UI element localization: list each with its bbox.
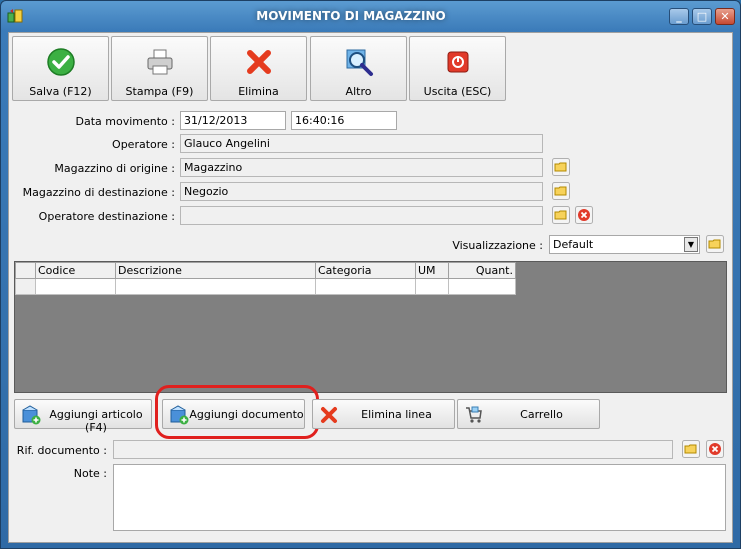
doc-ref-label: Rif. documento : — [16, 444, 107, 457]
time-field[interactable]: 16:40:16 — [291, 111, 397, 130]
view-value: Default — [553, 238, 594, 251]
table-cell[interactable] — [448, 278, 516, 295]
col-quant[interactable]: Quant. — [448, 262, 516, 279]
col-categoria[interactable]: Categoria — [315, 262, 416, 279]
operator-field: Glauco Angelini — [180, 134, 543, 153]
close-button[interactable]: ✕ — [715, 8, 735, 25]
operator-label: Operatore : — [112, 138, 175, 151]
table-row[interactable] — [15, 278, 516, 295]
folder-icon[interactable] — [552, 158, 570, 176]
highlight-ring — [155, 385, 319, 439]
delete-button[interactable]: Elimina — [210, 36, 307, 101]
red-x-icon — [247, 50, 271, 74]
title-bar[interactable]: MOVIMENTO DI MAGAZZINO _ □ ✕ — [1, 1, 740, 31]
dest-operator-label: Operatore destinazione : — [38, 210, 175, 223]
add-article-label: Aggiungi articolo (F4) — [49, 408, 143, 434]
doc-ref-field — [113, 440, 673, 459]
save-button[interactable]: Salva (F12) — [12, 36, 109, 101]
power-icon — [447, 51, 469, 73]
cart-icon — [466, 406, 482, 423]
view-label: Visualizzazione : — [452, 239, 543, 252]
minimize-button[interactable]: _ — [669, 8, 689, 25]
red-x-icon — [321, 407, 337, 423]
folder-icon[interactable] — [682, 440, 700, 458]
folder-icon[interactable] — [552, 182, 570, 200]
row-indicator — [15, 278, 36, 295]
notes-label: Note : — [73, 467, 107, 480]
dest-operator-field — [180, 206, 543, 225]
col-codice[interactable]: Codice — [35, 262, 116, 279]
date-label: Data movimento : — [75, 115, 175, 128]
save-label: Salva (F12) — [29, 85, 92, 98]
app-window: MOVIMENTO DI MAGAZZINO _ □ ✕ Salva (F12)… — [0, 0, 741, 549]
dest-label: Magazzino di destinazione : — [22, 186, 175, 199]
client-area: Salva (F12) Stampa (F9) Elimina Altro Us… — [8, 32, 733, 543]
chevron-down-icon[interactable]: ▼ — [684, 237, 698, 252]
print-label: Stampa (F9) — [125, 85, 194, 98]
row-indicator-header — [15, 262, 36, 279]
delete-line-label: Elimina linea — [361, 408, 432, 421]
add-box-icon — [22, 405, 41, 425]
view-select[interactable]: Default ▼ — [549, 235, 700, 254]
table-header: Codice Descrizione Categoria UM Quant. — [15, 262, 516, 279]
clear-icon[interactable] — [575, 206, 593, 224]
delete-label: Elimina — [238, 85, 279, 98]
origin-field: Magazzino — [180, 158, 543, 177]
other-label: Altro — [345, 85, 372, 98]
window-title: MOVIMENTO DI MAGAZZINO — [256, 9, 446, 23]
folder-icon[interactable] — [552, 206, 570, 224]
items-grid[interactable]: Codice Descrizione Categoria UM Quant. — [14, 261, 727, 393]
origin-label: Magazzino di origine : — [54, 162, 175, 175]
other-button[interactable]: Altro — [310, 36, 407, 101]
printer-icon — [147, 49, 173, 75]
folder-icon[interactable] — [706, 235, 724, 253]
dest-field: Negozio — [180, 182, 543, 201]
table-cell[interactable] — [315, 278, 416, 295]
date-field[interactable]: 31/12/2013 — [180, 111, 286, 130]
cart-label: Carrello — [520, 408, 563, 421]
items-table[interactable]: Codice Descrizione Categoria UM Quant. — [15, 262, 516, 295]
notes-textarea[interactable] — [113, 464, 726, 531]
col-descrizione[interactable]: Descrizione — [115, 262, 316, 279]
table-cell[interactable] — [115, 278, 316, 295]
exit-label: Uscita (ESC) — [423, 85, 492, 98]
magnifier-icon — [346, 49, 373, 76]
table-cell[interactable] — [35, 278, 116, 295]
maximize-button[interactable]: □ — [692, 8, 712, 25]
cart-button[interactable]: Carrello — [457, 399, 600, 429]
table-cell[interactable] — [415, 278, 449, 295]
exit-button[interactable]: Uscita (ESC) — [409, 36, 506, 101]
clear-icon[interactable] — [706, 440, 724, 458]
col-um[interactable]: UM — [415, 262, 449, 279]
add-article-button[interactable]: Aggiungi articolo (F4) — [14, 399, 152, 434]
delete-line-button[interactable]: Elimina linea — [312, 399, 455, 429]
check-icon — [47, 48, 75, 76]
print-button[interactable]: Stampa (F9) — [111, 36, 208, 101]
